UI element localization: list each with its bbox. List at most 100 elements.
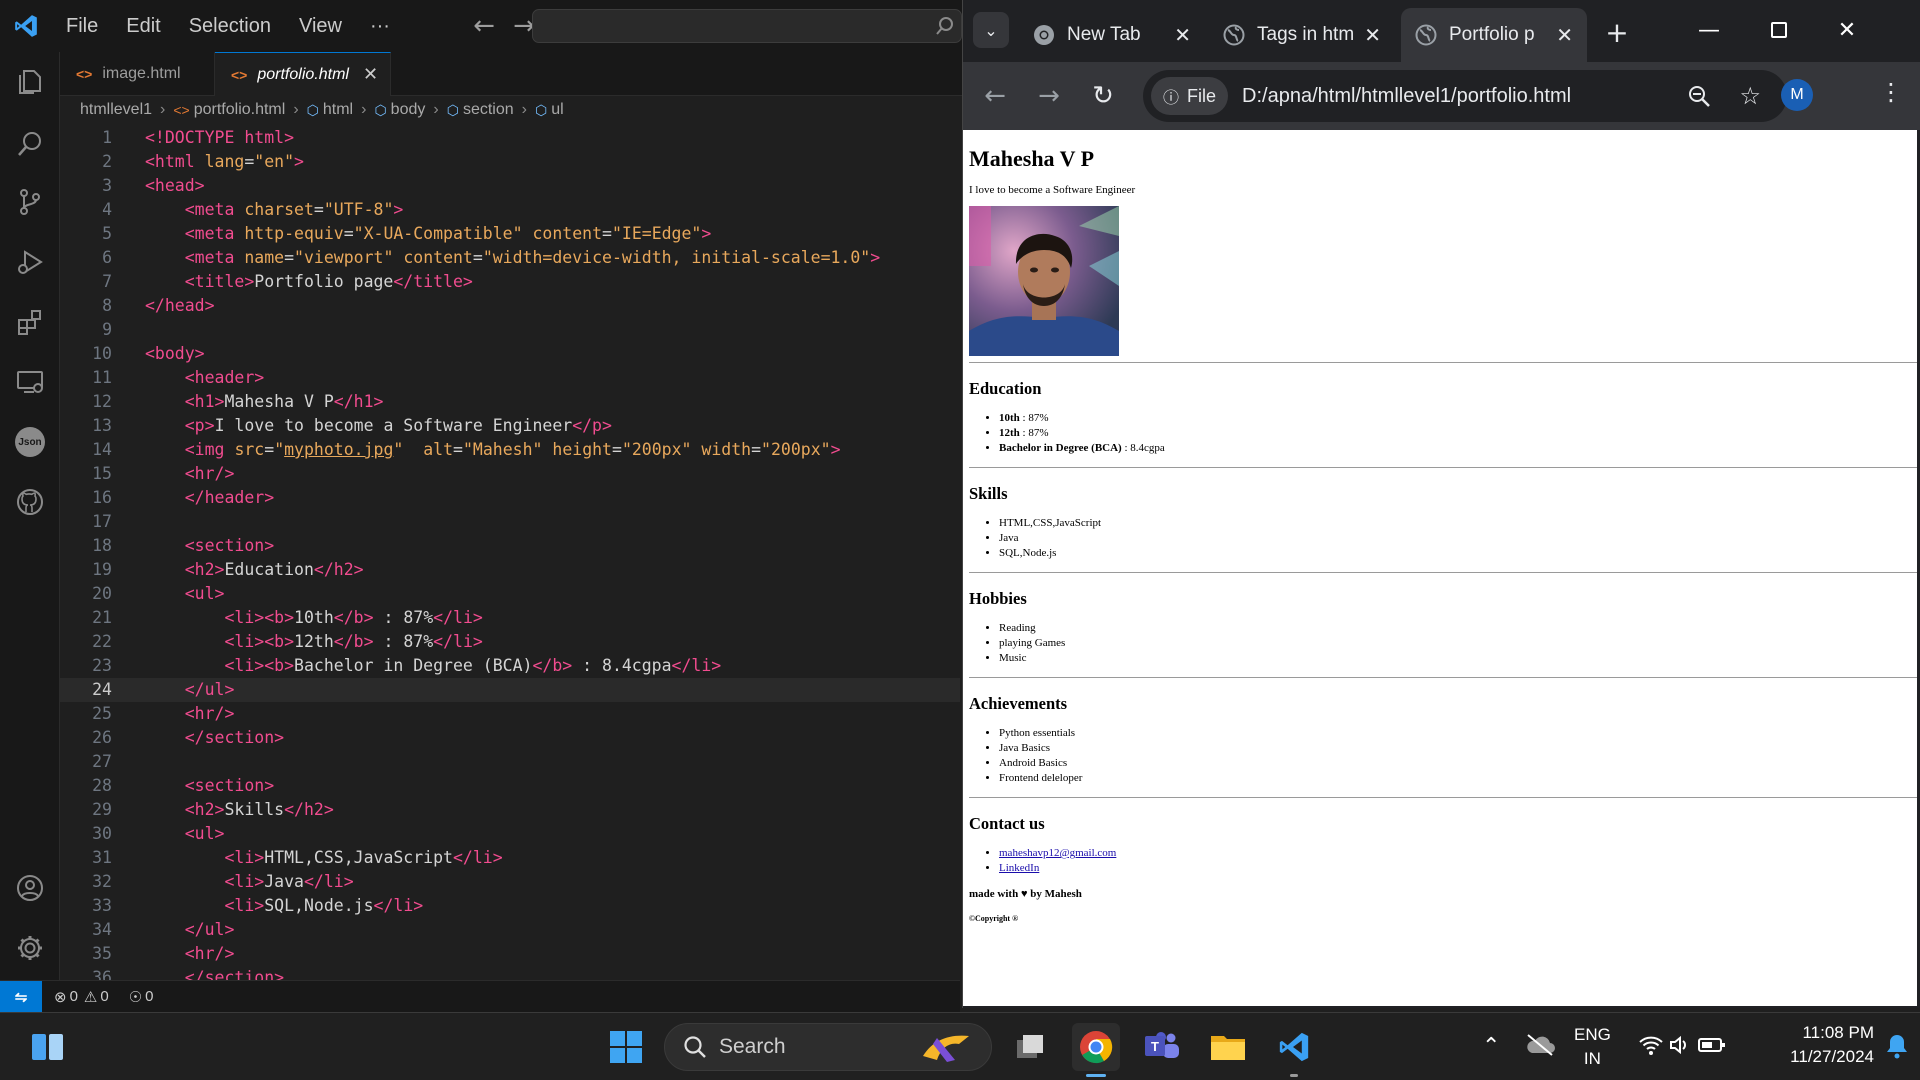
- code-line[interactable]: 35 <hr/>: [60, 942, 960, 966]
- warning-count[interactable]: 0: [100, 988, 108, 1005]
- breadcrumb-item[interactable]: ul: [551, 101, 563, 119]
- ports-icon[interactable]: ☉: [129, 988, 142, 1006]
- teams-icon[interactable]: T: [1138, 1023, 1186, 1071]
- code-line[interactable]: 27: [60, 750, 960, 774]
- widgets-icon[interactable]: [24, 1023, 72, 1071]
- code-line[interactable]: 24 </ul>: [60, 678, 960, 702]
- explorer-icon[interactable]: [12, 64, 48, 100]
- task-view-icon[interactable]: [1006, 1023, 1054, 1071]
- code-line[interactable]: 10 <body>: [60, 342, 960, 366]
- code-line[interactable]: 26 </section>: [60, 726, 960, 750]
- forward-arrow-icon[interactable]: →: [1031, 78, 1067, 114]
- contact-link[interactable]: maheshavp12@gmail.com: [999, 847, 1116, 859]
- contact-link[interactable]: LinkedIn: [999, 862, 1039, 874]
- code-line[interactable]: 14 <img src="myphoto.jpg" alt="Mahesh" h…: [60, 438, 960, 462]
- breadcrumb-item[interactable]: section: [463, 101, 514, 119]
- warning-icon[interactable]: ⚠: [84, 988, 97, 1006]
- chrome-tab-tags[interactable]: Tags in htm ✕: [1209, 8, 1395, 62]
- windows-start-icon[interactable]: [602, 1023, 650, 1071]
- clock[interactable]: 11:08 PM 11/27/2024: [1762, 1021, 1874, 1069]
- code-line[interactable]: 23 <li><b>Bachelor in Degree (BCA)</b> :…: [60, 654, 960, 678]
- new-tab-plus-icon[interactable]: +: [1599, 14, 1635, 50]
- reload-icon[interactable]: ↻: [1085, 78, 1121, 114]
- chrome-taskbar-icon[interactable]: [1072, 1023, 1120, 1077]
- code-line[interactable]: 6 <meta name="viewport" content="width=d…: [60, 246, 960, 270]
- code-line[interactable]: 9: [60, 318, 960, 342]
- code-line[interactable]: 30 <ul>: [60, 822, 960, 846]
- tab-search-dropdown-icon[interactable]: ⌄: [973, 12, 1009, 48]
- command-center-search[interactable]: [532, 9, 962, 43]
- menu-more[interactable]: ···: [356, 0, 404, 52]
- code-line[interactable]: 12 <h1>Mahesha V P</h1>: [60, 390, 960, 414]
- code-editor[interactable]: 1 <!DOCTYPE html> 2 <html lang="en"> 3 <head>…: [60, 124, 960, 980]
- close-window-icon[interactable]: ✕: [1817, 8, 1877, 52]
- code-line[interactable]: 28 <section>: [60, 774, 960, 798]
- code-line[interactable]: 19 <h2>Education</h2>: [60, 558, 960, 582]
- run-debug-icon[interactable]: [12, 244, 48, 280]
- close-tab-icon[interactable]: ✕: [1364, 23, 1381, 48]
- tab-portfolio-html[interactable]: <> portfolio.html ✕: [215, 52, 391, 96]
- error-count[interactable]: 0: [70, 988, 78, 1005]
- code-line[interactable]: 2 <html lang="en">: [60, 150, 960, 174]
- language-indicator[interactable]: ENG IN: [1574, 1023, 1611, 1071]
- vscode-taskbar-icon[interactable]: [1270, 1023, 1318, 1077]
- code-line[interactable]: 33 <li>SQL,Node.js</li>: [60, 894, 960, 918]
- breadcrumb-item[interactable]: html: [323, 101, 353, 119]
- taskbar-search[interactable]: Search: [664, 1023, 992, 1071]
- extensions-icon[interactable]: [12, 304, 48, 340]
- remote-explorer-icon[interactable]: [12, 364, 48, 400]
- code-line[interactable]: 16 </header>: [60, 486, 960, 510]
- menu-view[interactable]: View: [285, 0, 356, 52]
- url-text[interactable]: D:/apna/html/htmllevel1/portfolio.html: [1242, 85, 1571, 108]
- battery-icon[interactable]: [1698, 1034, 1726, 1056]
- zoom-icon[interactable]: [1687, 84, 1711, 108]
- code-line[interactable]: 4 <meta charset="UTF-8">: [60, 198, 960, 222]
- breadcrumb-item[interactable]: body: [391, 101, 426, 119]
- code-line[interactable]: 29 <h2>Skills</h2>: [60, 798, 960, 822]
- code-line[interactable]: 8 </head>: [60, 294, 960, 318]
- volume-icon[interactable]: [1668, 1033, 1692, 1057]
- wifi-icon[interactable]: [1638, 1033, 1664, 1057]
- code-line[interactable]: 13 <p>I love to become a Software Engine…: [60, 414, 960, 438]
- ports-count[interactable]: 0: [145, 988, 153, 1005]
- maximize-icon[interactable]: [1749, 8, 1809, 52]
- menu-selection[interactable]: Selection: [175, 0, 285, 52]
- menu-edit[interactable]: Edit: [112, 0, 174, 52]
- account-icon[interactable]: [12, 870, 48, 906]
- tab-image-html[interactable]: <> image.html: [60, 52, 215, 96]
- breadcrumb-item[interactable]: portfolio.html: [194, 101, 286, 119]
- source-control-icon[interactable]: [12, 184, 48, 220]
- contact-item[interactable]: LinkedIn: [999, 861, 1917, 876]
- notification-bell-icon[interactable]: [1886, 1033, 1908, 1059]
- search-sidebar-icon[interactable]: [12, 126, 48, 162]
- code-line[interactable]: 22 <li><b>12th</b> : 87%</li>: [60, 630, 960, 654]
- code-line[interactable]: 31 <li>HTML,CSS,JavaScript</li>: [60, 846, 960, 870]
- back-arrow-icon[interactable]: ←: [977, 78, 1013, 114]
- code-line[interactable]: 32 <li>Java</li>: [60, 870, 960, 894]
- menu-file[interactable]: File: [52, 0, 112, 52]
- onedrive-offline-icon[interactable]: [1524, 1033, 1556, 1057]
- chevron-up-icon[interactable]: ⌃: [1482, 1033, 1500, 1059]
- back-arrow-icon[interactable]: ←: [464, 11, 504, 41]
- close-tab-icon[interactable]: ✕: [1556, 23, 1573, 48]
- file-explorer-icon[interactable]: [1204, 1023, 1252, 1071]
- code-line[interactable]: 36 </section>: [60, 966, 960, 980]
- chrome-tab-portfolio[interactable]: Portfolio p ✕: [1401, 8, 1587, 62]
- profile-avatar[interactable]: M: [1781, 79, 1813, 111]
- bookmark-star-icon[interactable]: ☆: [1739, 82, 1761, 110]
- errors-icon[interactable]: ⊗: [54, 988, 67, 1006]
- remote-indicator-icon[interactable]: ⇋: [0, 980, 42, 1013]
- code-line[interactable]: 20 <ul>: [60, 582, 960, 606]
- chrome-tab-new-tab[interactable]: New Tab ✕: [1019, 8, 1205, 62]
- site-info-chip[interactable]: ⓘ File: [1151, 77, 1229, 115]
- code-line[interactable]: 15 <hr/>: [60, 462, 960, 486]
- code-line[interactable]: 25 <hr/>: [60, 702, 960, 726]
- code-line[interactable]: 1 <!DOCTYPE html>: [60, 126, 960, 150]
- minimize-icon[interactable]: —: [1679, 8, 1739, 52]
- github-icon[interactable]: [12, 484, 48, 520]
- manage-gear-icon[interactable]: [12, 930, 48, 966]
- code-line[interactable]: 11 <header>: [60, 366, 960, 390]
- breadcrumb-item[interactable]: htmllevel1: [80, 101, 152, 119]
- close-icon[interactable]: ✕: [363, 64, 378, 85]
- address-bar[interactable]: ⓘ File D:/apna/html/htmllevel1/portfolio…: [1143, 70, 1787, 122]
